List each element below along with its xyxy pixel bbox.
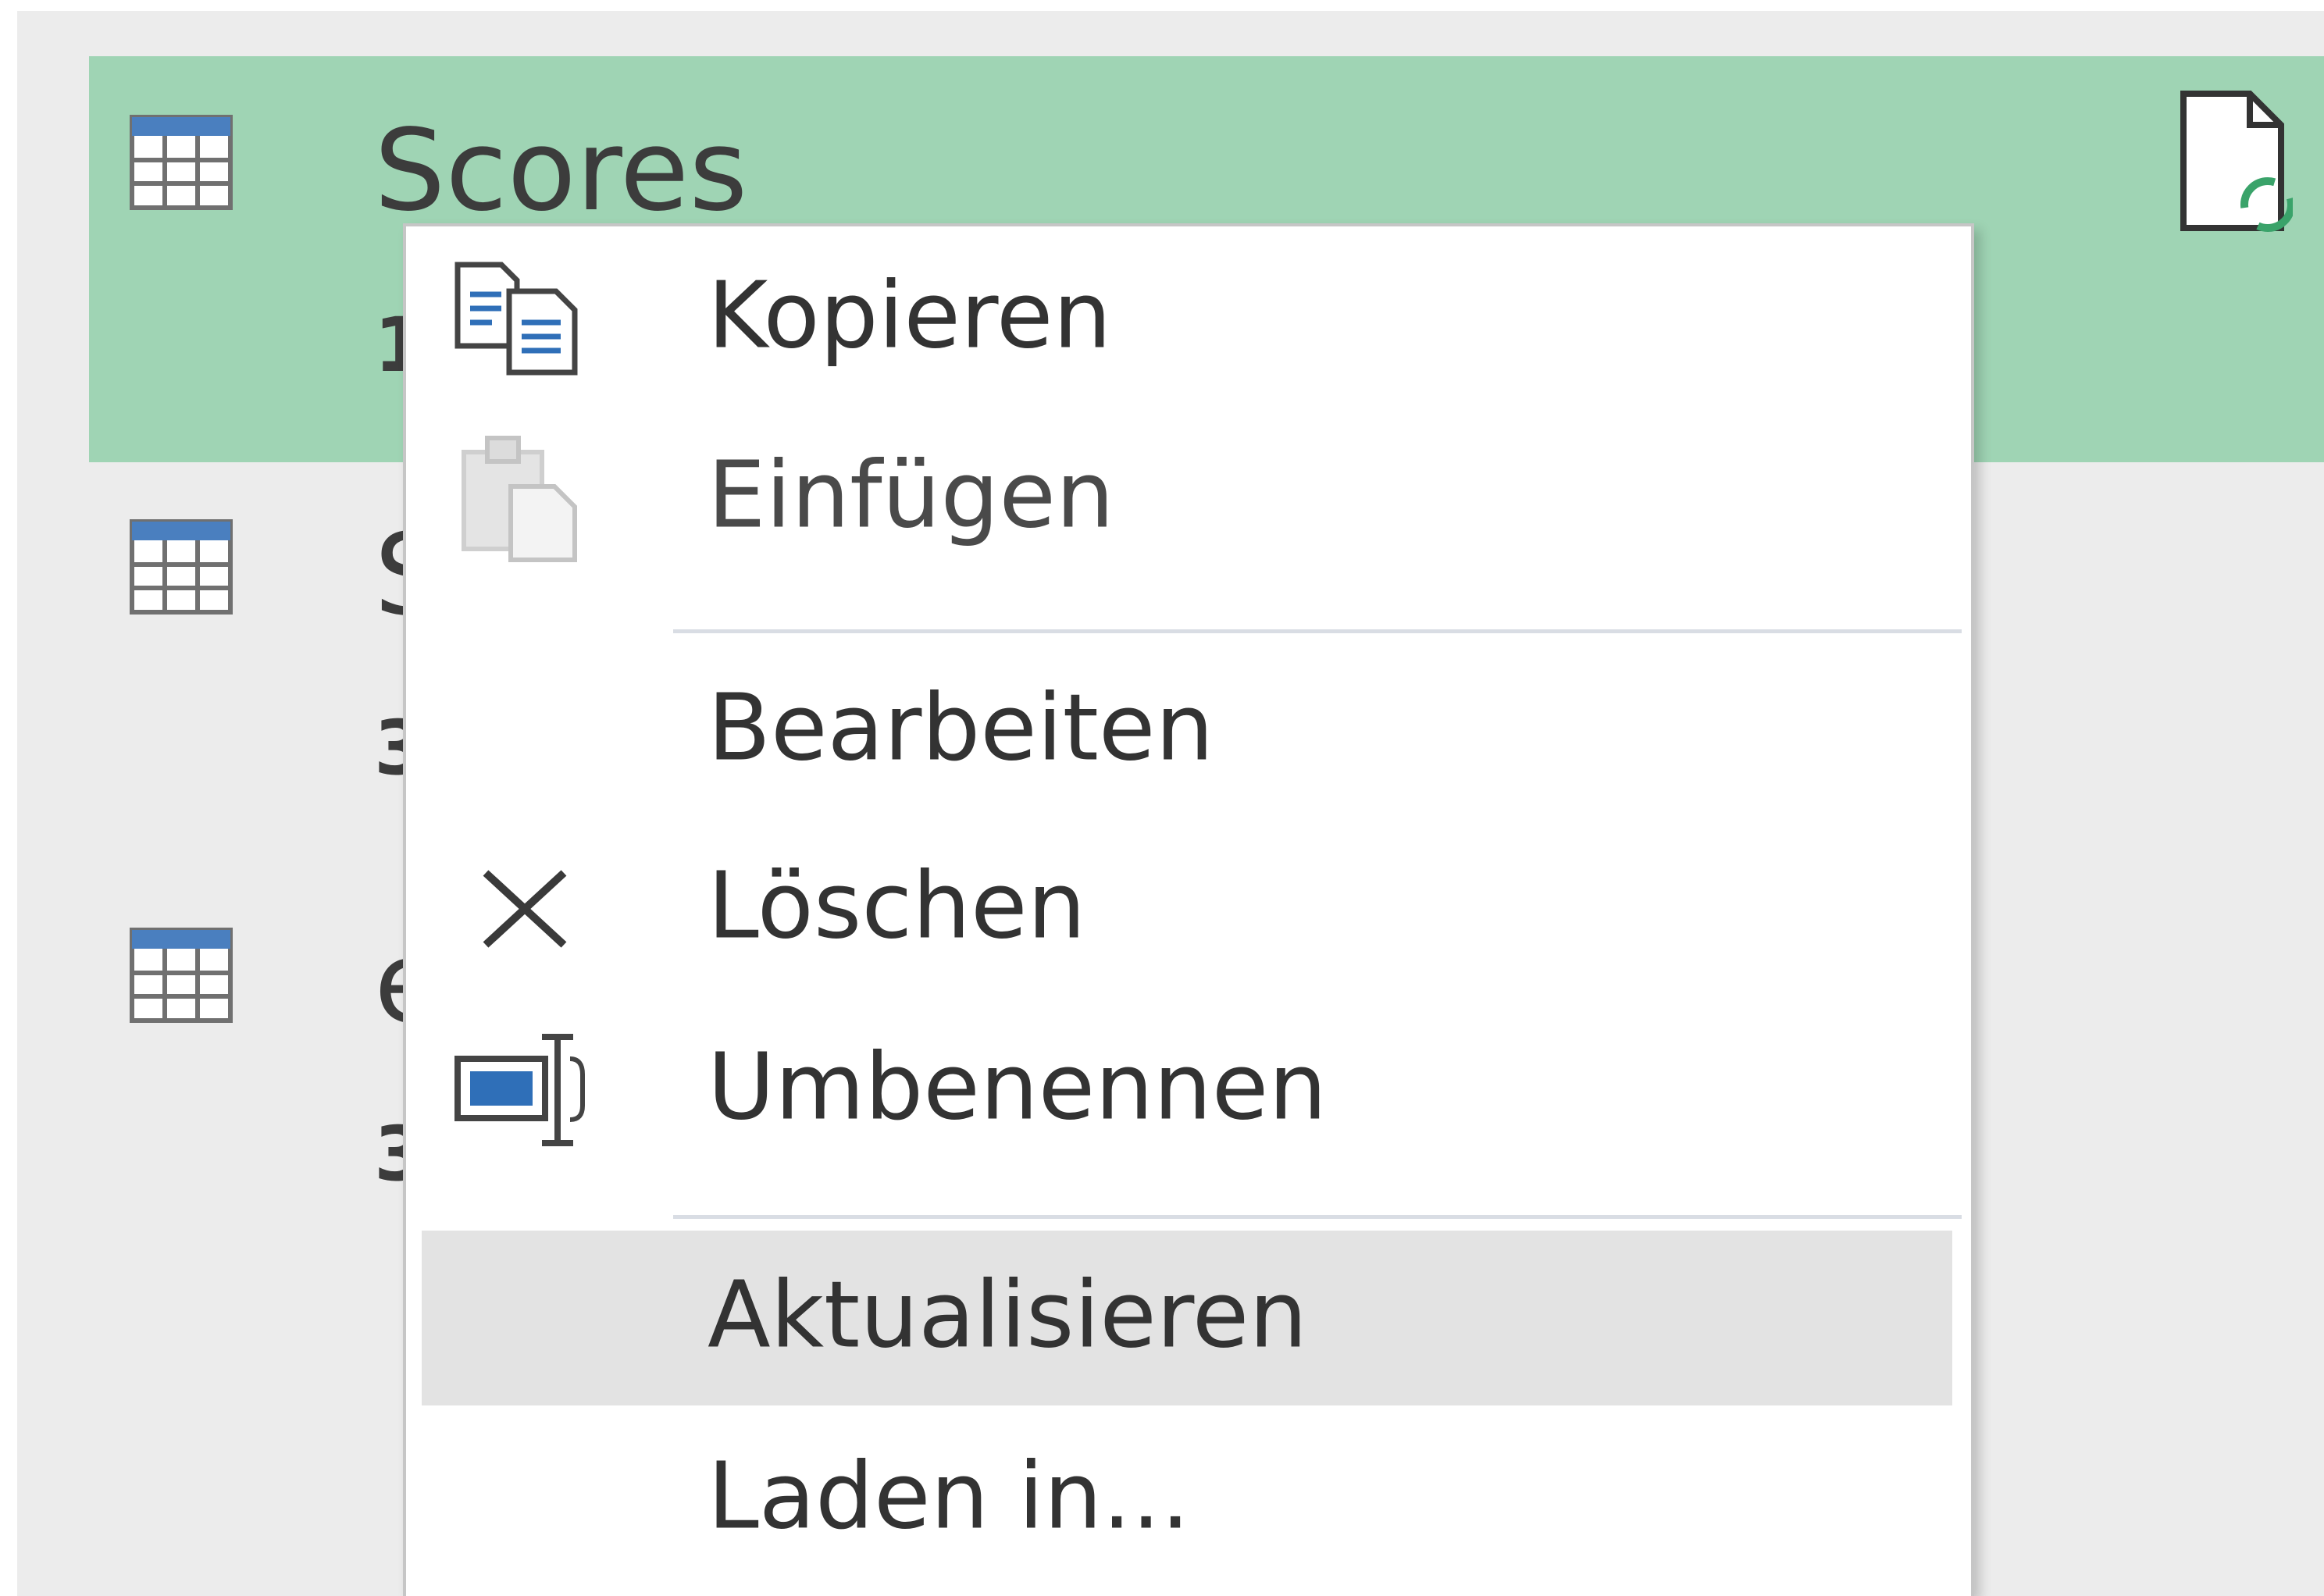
menu-item-paste[interactable]: Einfügen (422, 411, 1952, 586)
context-menu: Kopieren Einfügen Bearbeiten Löschen Umb… (403, 223, 1974, 1596)
menu-separator (673, 1215, 1962, 1219)
menu-item-refresh[interactable]: Aktualisieren (422, 1231, 1952, 1405)
table-icon (130, 928, 233, 1023)
table-icon (130, 115, 233, 210)
query-name: Scores (374, 105, 748, 236)
table-icon (130, 519, 233, 615)
menu-item-copy[interactable]: Kopieren (422, 231, 1952, 406)
rename-icon (454, 1034, 585, 1146)
menu-item-label: Einfügen (708, 440, 1114, 549)
copy-icon (454, 262, 578, 376)
menu-item-label: Umbenennen (708, 1032, 1328, 1141)
menu-item-label: Aktualisieren (708, 1260, 1308, 1369)
delete-icon (483, 870, 567, 948)
menu-separator (673, 629, 1962, 633)
menu-item-label: Laden in... (708, 1441, 1190, 1550)
paste-icon (462, 436, 577, 562)
menu-item-delete[interactable]: Löschen (422, 821, 1952, 996)
menu-item-rename[interactable]: Umbenennen (422, 1003, 1952, 1177)
menu-item-label: Bearbeiten (708, 673, 1214, 782)
menu-item-load-to[interactable]: Laden in... (422, 1412, 1952, 1587)
menu-item-label: Löschen (708, 851, 1086, 960)
menu-item-edit[interactable]: Bearbeiten (422, 643, 1952, 818)
menu-item-label: Kopieren (708, 261, 1112, 369)
refresh-document-icon[interactable] (2176, 87, 2293, 236)
